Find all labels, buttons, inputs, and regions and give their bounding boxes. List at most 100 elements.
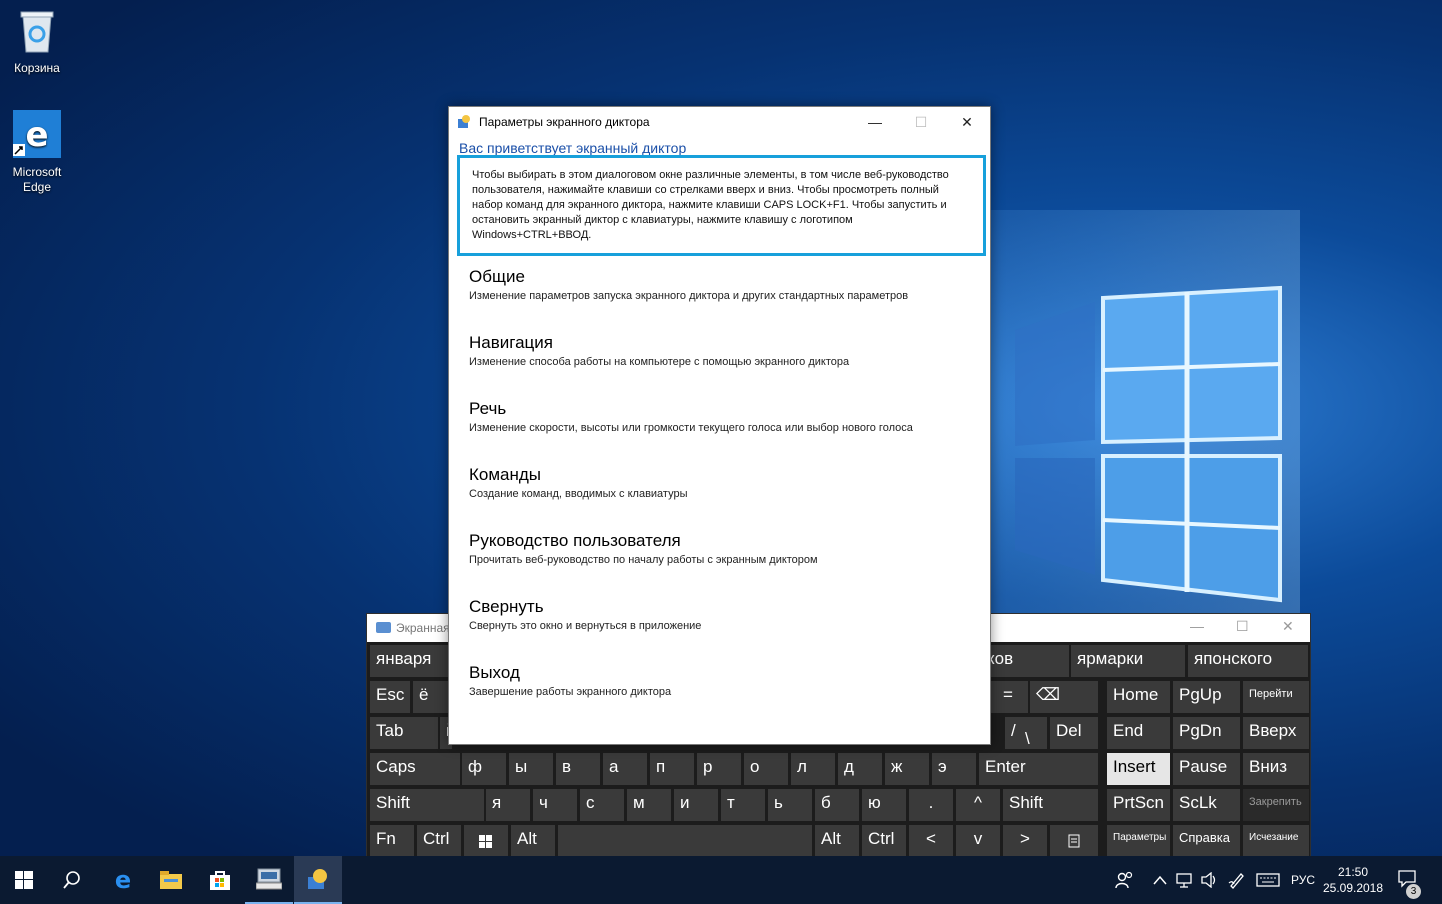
settings-item-voice[interactable]: Речь Изменение скорости, высоты или гром… xyxy=(469,397,979,463)
key-shift-left[interactable]: Shift xyxy=(370,789,484,821)
key-sclk[interactable]: ScLk xyxy=(1173,789,1240,821)
settings-item-general[interactable]: Общие Изменение параметров запуска экран… xyxy=(469,265,979,331)
key-caps[interactable]: Caps xyxy=(370,753,460,785)
maximize-button[interactable]: ☐ xyxy=(898,107,944,137)
osk-minimize-button[interactable]: — xyxy=(1190,618,1204,634)
key-letter[interactable]: в xyxy=(556,753,600,785)
key-insert[interactable]: Insert xyxy=(1107,753,1170,785)
key-enter[interactable]: Enter xyxy=(979,753,1098,785)
key-letter[interactable]: я xyxy=(486,789,530,821)
key-arrow-down[interactable]: v xyxy=(956,825,1000,857)
narrator-settings-window[interactable]: Параметры экранного диктора — ☐ ✕ Вас пр… xyxy=(448,106,991,745)
key-windows[interactable] xyxy=(464,825,508,857)
key-pin[interactable]: Закрепить xyxy=(1243,789,1309,821)
tray-show-hidden[interactable] xyxy=(1153,856,1167,904)
settings-item-user-guide[interactable]: Руководство пользователя Прочитать веб-р… xyxy=(469,529,979,595)
key-options[interactable]: Параметры xyxy=(1107,825,1170,857)
key-alt-left[interactable]: Alt xyxy=(511,825,555,857)
key-goto[interactable]: Перейти xyxy=(1243,681,1309,713)
store-icon xyxy=(210,871,230,890)
key-home[interactable]: Home xyxy=(1107,681,1170,713)
key-letter[interactable]: ы xyxy=(509,753,553,785)
key-letter[interactable]: б xyxy=(815,789,859,821)
key-equals[interactable]: = xyxy=(988,681,1028,713)
taskbar-edge[interactable]: e xyxy=(99,856,147,904)
key-letter[interactable]: р xyxy=(697,753,741,785)
key-letter[interactable]: о xyxy=(744,753,788,785)
key-fade[interactable]: Исчезание xyxy=(1243,825,1309,857)
key-letter[interactable]: м xyxy=(627,789,671,821)
start-button[interactable] xyxy=(0,856,48,904)
key-ctrl-left[interactable]: Ctrl xyxy=(417,825,461,857)
key-space[interactable] xyxy=(558,825,812,857)
backspace-key[interactable]: ⌫ xyxy=(1030,681,1098,713)
narrator-titlebar[interactable]: Параметры экранного диктора — ☐ ✕ xyxy=(449,107,990,137)
action-center-button[interactable]: 3 xyxy=(1398,856,1421,904)
key-pgup[interactable]: PgUp xyxy=(1173,681,1240,713)
tray-volume[interactable] xyxy=(1201,856,1219,904)
close-button[interactable]: ✕ xyxy=(944,107,990,137)
key-letter[interactable]: ю xyxy=(862,789,906,821)
tray-language[interactable]: РУС xyxy=(1291,856,1315,904)
key-tab[interactable]: Tab xyxy=(370,717,438,749)
key-letter[interactable]: с xyxy=(580,789,624,821)
key-pause[interactable]: Pause xyxy=(1173,753,1240,785)
item-title: Навигация xyxy=(469,333,553,352)
intro-text[interactable]: Чтобы выбирать в этом диалоговом окне ра… xyxy=(457,155,986,256)
taskbar-file-explorer[interactable] xyxy=(147,856,195,904)
key-end[interactable]: End xyxy=(1107,717,1170,749)
tray-pen[interactable] xyxy=(1228,856,1246,904)
desktop-icon-recycle-bin[interactable]: Корзина xyxy=(2,8,72,75)
key-letter[interactable]: ч xyxy=(533,789,577,821)
prediction-key[interactable]: ярмарки xyxy=(1071,645,1185,677)
settings-item-minimize[interactable]: Свернуть Свернуть это окно и вернуться в… xyxy=(469,595,979,661)
key-letter[interactable]: д xyxy=(838,753,882,785)
osk-close-button[interactable]: ✕ xyxy=(1282,618,1294,635)
key-arrow-right[interactable]: > xyxy=(1003,825,1047,857)
key-letter[interactable]: т xyxy=(721,789,765,821)
prediction-key[interactable]: японского xyxy=(1188,645,1308,677)
key-letter[interactable]: э xyxy=(932,753,976,785)
tray-network[interactable] xyxy=(1176,856,1194,904)
key-up[interactable]: Вверх xyxy=(1243,717,1309,749)
key-letter[interactable]: а xyxy=(603,753,647,785)
desktop-icon-edge[interactable]: e Microsoft Edge xyxy=(2,110,72,195)
tray-touch-keyboard[interactable] xyxy=(1256,856,1280,904)
key-shift-right[interactable]: Shift xyxy=(1003,789,1098,821)
tray-people[interactable] xyxy=(1115,856,1135,904)
search-button[interactable] xyxy=(48,856,96,904)
settings-item-commands[interactable]: Команды Создание команд, вводимых с клав… xyxy=(469,463,979,529)
osk-maximize-button[interactable]: ☐ xyxy=(1236,618,1249,635)
prediction-key[interactable]: ков xyxy=(981,645,1069,677)
key-yo[interactable]: ё xyxy=(413,681,453,713)
key-letter[interactable]: ф xyxy=(462,753,506,785)
settings-item-exit[interactable]: Выход Завершение работы экранного диктор… xyxy=(469,661,979,727)
key-period[interactable]: . xyxy=(909,789,953,821)
taskbar-store[interactable] xyxy=(196,856,244,904)
edge-icon: e xyxy=(13,110,61,158)
minimize-button[interactable]: — xyxy=(852,107,898,137)
window-title: Параметры экранного диктора xyxy=(479,115,650,129)
key-del[interactable]: Del xyxy=(1050,717,1098,749)
key-esc[interactable]: Esc xyxy=(370,681,410,713)
key-letter[interactable]: л xyxy=(791,753,835,785)
key-alt-right[interactable]: Alt xyxy=(815,825,859,857)
key-pgdn[interactable]: PgDn xyxy=(1173,717,1240,749)
taskbar-on-screen-keyboard[interactable] xyxy=(245,856,293,904)
key-letter[interactable]: ь xyxy=(768,789,812,821)
settings-item-navigation[interactable]: Навигация Изменение способа работы на ко… xyxy=(469,331,979,397)
key-down[interactable]: Вниз xyxy=(1243,753,1309,785)
tray-clock[interactable]: 21:50 25.09.2018 xyxy=(1318,864,1388,896)
key-prtscn[interactable]: PrtScn xyxy=(1107,789,1170,821)
key-help[interactable]: Справка xyxy=(1173,825,1240,857)
key-letter[interactable]: и xyxy=(674,789,718,821)
key-letter[interactable]: п xyxy=(650,753,694,785)
key-letter[interactable]: ж xyxy=(885,753,929,785)
key-fn[interactable]: Fn xyxy=(370,825,414,857)
key-menu[interactable] xyxy=(1050,825,1098,857)
key-arrow-up[interactable]: ^ xyxy=(956,789,1000,821)
key-arrow-left[interactable]: < xyxy=(909,825,953,857)
key-ctrl-right[interactable]: Ctrl xyxy=(862,825,906,857)
taskbar-narrator[interactable] xyxy=(294,856,342,904)
item-description: Свернуть это окно и вернуться в приложен… xyxy=(469,620,702,632)
